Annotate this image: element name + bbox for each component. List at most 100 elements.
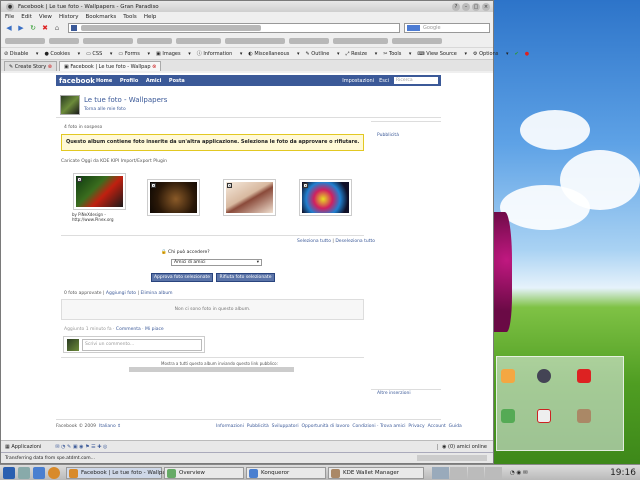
add-photos-link[interactable]: Aggiungi foto — [106, 291, 136, 296]
language-selector[interactable]: Italiano ⇕ — [99, 424, 121, 429]
firefox-launcher-icon[interactable] — [48, 466, 60, 479]
webdev-resize[interactable]: ⤢ Resize ▾ — [345, 51, 377, 57]
webdev-forms[interactable]: ▭ Forms ▾ — [118, 51, 150, 57]
tab-facebook-photos[interactable]: ▣ Facebook | Le tue foto - Wallpap ⊗ — [59, 61, 162, 71]
online-friends-button[interactable]: ◉ (0) amici online — [437, 443, 487, 450]
privacy-select[interactable]: Amici di amici ▾ — [171, 259, 262, 266]
bookmark-item[interactable] — [333, 38, 388, 44]
menu-edit[interactable]: Edit — [21, 14, 32, 20]
desktop-file-icon[interactable] — [501, 409, 515, 423]
taskbar-item-konqueror[interactable]: Konqueror — [246, 466, 326, 479]
menu-view[interactable]: View — [39, 14, 52, 20]
bookmark-item[interactable] — [392, 38, 442, 44]
footer-link[interactable]: Condizioni — [352, 424, 375, 429]
webdev-options[interactable]: ⚙ Options ▾ — [473, 51, 508, 57]
select-all-link[interactable]: Seleziona tutto — [297, 239, 331, 244]
taskbar-item-wallet-manager[interactable]: KDE Wallet Manager — [328, 466, 424, 479]
applications-button[interactable]: ▦ Applicazioni — [5, 444, 41, 450]
tab-create-story[interactable]: ✎ Create Story ⊗ — [4, 61, 57, 71]
pager[interactable] — [432, 466, 502, 479]
webdev-cookies[interactable]: ● Cookies ▾ — [44, 51, 80, 57]
footer-link[interactable]: Opportunità di lavoro — [301, 424, 349, 429]
konqueror-launcher-icon[interactable] — [33, 466, 45, 479]
webdev-outline[interactable]: ✎ Outline ▾ — [306, 51, 340, 57]
bookmark-item[interactable] — [137, 38, 172, 44]
photo-checkbox[interactable]: × — [227, 183, 232, 188]
help-icon[interactable]: ? — [452, 2, 460, 11]
share-link-field[interactable] — [129, 367, 294, 372]
reject-photos-button[interactable]: Rifiuta foto selezionate — [216, 273, 275, 282]
menu-tools[interactable]: Tools — [123, 14, 137, 20]
photo-checkbox[interactable]: × — [303, 183, 308, 188]
like-link[interactable]: Mi piace — [145, 327, 164, 332]
nav-inbox[interactable]: Posta — [169, 78, 185, 84]
webdev-disable[interactable]: ⊘ Disable ▾ — [4, 51, 38, 57]
photo-thumbnail[interactable] — [150, 182, 197, 213]
comment-input[interactable]: Scrivi un commento... — [82, 339, 202, 351]
deselect-all-link[interactable]: Deseleziona tutto — [335, 239, 375, 244]
clock[interactable]: 19:16 — [610, 468, 640, 478]
tray-icons[interactable]: ◔ ◉ ✉ — [510, 470, 528, 476]
facebook-logo[interactable]: facebook — [56, 77, 96, 85]
menu-file[interactable]: File — [5, 14, 14, 20]
reload-icon[interactable]: ↻ — [28, 23, 38, 33]
photo-item[interactable]: × — [73, 173, 126, 210]
back-to-photos-link[interactable]: Torna alle mie foto — [84, 107, 126, 112]
photo-item[interactable]: × — [299, 179, 352, 216]
forward-icon[interactable]: ▶ — [16, 23, 26, 33]
footer-link[interactable]: Trova amici — [380, 424, 406, 429]
taskbar-item-facebook[interactable]: Facebook | Le tue foto - Wallpape — [66, 466, 173, 479]
approve-photos-button[interactable]: Approva foto selezionate — [151, 273, 213, 282]
bookmark-item[interactable] — [289, 38, 329, 44]
webdev-information[interactable]: ⓘ Information ▾ — [197, 50, 243, 57]
minimize-icon[interactable]: – — [462, 2, 470, 11]
webdev-images[interactable]: ▣ Images ▾ — [156, 51, 191, 57]
url-input[interactable] — [68, 23, 400, 33]
footer-link[interactable]: Pubblicità — [247, 424, 269, 429]
desktop-file-icon[interactable] — [537, 369, 551, 383]
publicity-link[interactable]: Pubblicità — [377, 133, 399, 138]
photo-thumbnail[interactable] — [76, 176, 123, 207]
nav-friends[interactable]: Amici — [146, 78, 161, 84]
nav-profile[interactable]: Profilo — [120, 78, 138, 84]
kde-menu-icon[interactable] — [3, 466, 15, 479]
home-icon[interactable]: ⌂ — [52, 23, 62, 33]
profile-picture[interactable] — [60, 95, 80, 115]
photo-item[interactable]: × — [223, 179, 276, 216]
desktop-file-icon[interactable] — [577, 369, 591, 383]
menu-history[interactable]: History — [59, 14, 79, 20]
footer-link[interactable]: Sviluppatori — [272, 424, 299, 429]
footer-link[interactable]: Guida — [449, 424, 462, 429]
footer-link[interactable]: Privacy — [408, 424, 424, 429]
bookmark-item[interactable] — [176, 38, 221, 44]
photo-checkbox[interactable]: × — [151, 183, 156, 188]
webdev-tools[interactable]: ✂ Tools ▾ — [383, 51, 411, 57]
bookmark-item[interactable] — [49, 38, 79, 44]
menu-bookmarks[interactable]: Bookmarks — [86, 14, 117, 20]
nav-home[interactable]: Home — [96, 78, 112, 84]
bookmark-item[interactable] — [225, 38, 285, 44]
photo-item[interactable]: × — [147, 179, 200, 216]
chat-icons[interactable]: ✉ ◔ ✎ ▣ ◉ ⚑ ☰ ✚ ◎ — [55, 444, 107, 450]
photo-checkbox[interactable]: × — [77, 177, 82, 182]
bookmark-item[interactable] — [83, 38, 133, 44]
pdf-icon[interactable] — [537, 409, 551, 423]
stop-icon[interactable]: ✖ — [40, 23, 50, 33]
bookmark-item[interactable] — [5, 38, 45, 44]
close-icon[interactable]: × — [482, 2, 490, 11]
search-input[interactable]: Google — [404, 23, 490, 33]
footer-link[interactable]: Account — [428, 424, 446, 429]
maximize-icon[interactable]: □ — [472, 2, 480, 11]
footer-link[interactable]: Informazioni — [216, 424, 244, 429]
desktop-file-icon[interactable] — [577, 409, 591, 423]
comment-link[interactable]: Commenta — [116, 327, 141, 332]
webdev-view-source[interactable]: ⌨ View Source ▾ — [417, 51, 467, 57]
fb-search-input[interactable]: Ricerca — [394, 77, 438, 84]
back-icon[interactable]: ◀ — [4, 23, 14, 33]
delete-album-link[interactable]: Elimina album — [140, 291, 172, 296]
photo-thumbnail[interactable] — [302, 182, 349, 213]
webdev-miscellaneous[interactable]: ◐ Miscellaneous ▾ — [248, 51, 299, 57]
webdev-css[interactable]: ▭ CSS ▾ — [86, 51, 112, 57]
window-menu-icon[interactable]: ● — [6, 2, 14, 11]
taskbar-item-overview[interactable]: Overview — [164, 466, 244, 479]
